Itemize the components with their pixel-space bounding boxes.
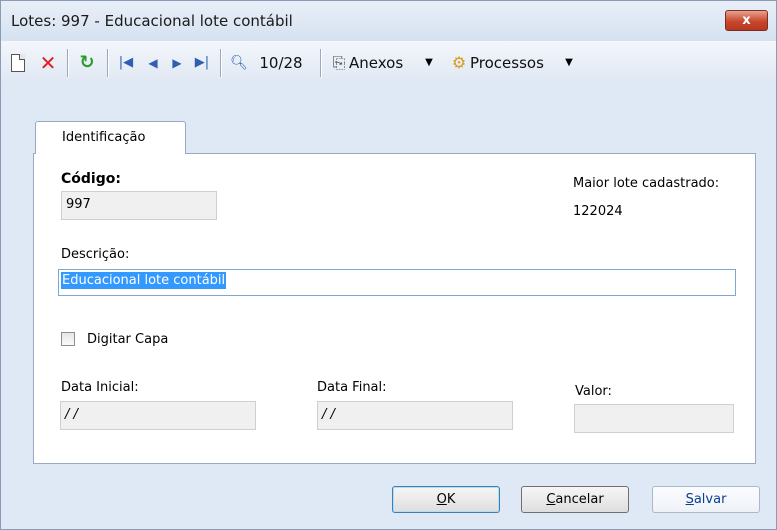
data-inicial-label: Data Inicial: (61, 380, 139, 395)
toolbar-separator (220, 49, 221, 77)
data-final-label: Data Final: (317, 380, 387, 395)
window-title: Lotes: 997 - Educacional lote contábil (11, 12, 293, 30)
salvar-label-rest: alvar (693, 492, 727, 507)
descricao-selected-text: Educacional lote contábil (61, 272, 227, 289)
toolbar: ✕ ↻ |◀ ◀ ▶ ▶| 🔍︎ 10/28 ⎘ Anexos ▼ ⚙ Proc… (1, 41, 776, 85)
data-inicial-field[interactable]: / / (60, 401, 256, 430)
gears-icon[interactable]: ⚙ (448, 51, 470, 75)
close-icon: x (742, 13, 751, 28)
record-counter[interactable]: 10/28 (253, 51, 309, 75)
salvar-button[interactable]: Salvar (652, 486, 760, 513)
valor-field[interactable] (574, 404, 734, 433)
toolbar-separator (67, 49, 68, 77)
paperclip-icon[interactable]: ⎘ (329, 51, 349, 75)
codigo-label: Código: (61, 171, 121, 187)
codigo-field[interactable]: 997 (61, 191, 217, 220)
new-record-icon[interactable] (11, 54, 25, 72)
refresh-icon[interactable]: ↻ (75, 51, 99, 75)
salvar-mnemonic: S (685, 492, 694, 507)
maior-lote-value: 122024 (573, 204, 623, 219)
maior-lote-label: Maior lote cadastrado: (573, 176, 720, 191)
digitar-capa-label: Digitar Capa (87, 332, 169, 347)
anexos-dropdown-icon[interactable]: ▼ (421, 51, 437, 75)
tab-identificacao[interactable]: Identificação (35, 121, 186, 154)
binoculars-icon[interactable]: 🔍︎ (227, 51, 251, 75)
anexos-button[interactable]: Anexos (349, 51, 421, 75)
ok-label-rest: K (446, 492, 456, 507)
toolbar-separator (107, 49, 108, 77)
cancelar-label-rest: ancelar (555, 492, 604, 507)
valor-label: Valor: (575, 384, 612, 399)
digitar-capa-checkbox[interactable] (61, 332, 75, 346)
last-record-icon[interactable]: ▶| (191, 51, 213, 75)
processos-dropdown-icon[interactable]: ▼ (561, 51, 577, 75)
title-bar: Lotes: 997 - Educacional lote contábil x (1, 1, 776, 41)
cancelar-button[interactable]: Cancelar (521, 486, 629, 513)
descricao-input[interactable]: Educacional lote contábil (58, 269, 736, 296)
next-record-icon[interactable]: ▶ (167, 51, 187, 75)
ok-button[interactable]: OK (392, 486, 500, 513)
delete-icon[interactable]: ✕ (37, 51, 59, 75)
ok-mnemonic: O (436, 492, 447, 507)
descricao-label: Descrição: (61, 247, 130, 262)
first-record-icon[interactable]: |◀ (115, 51, 137, 75)
data-final-field[interactable]: / / (317, 401, 513, 430)
dialog-window: Lotes: 997 - Educacional lote contábil x… (0, 0, 777, 530)
toolbar-separator (320, 49, 321, 77)
tab-label: Identificação (62, 130, 146, 145)
processos-button[interactable]: Processos (470, 51, 560, 75)
previous-record-icon[interactable]: ◀ (143, 51, 163, 75)
close-button[interactable]: x (725, 10, 768, 31)
